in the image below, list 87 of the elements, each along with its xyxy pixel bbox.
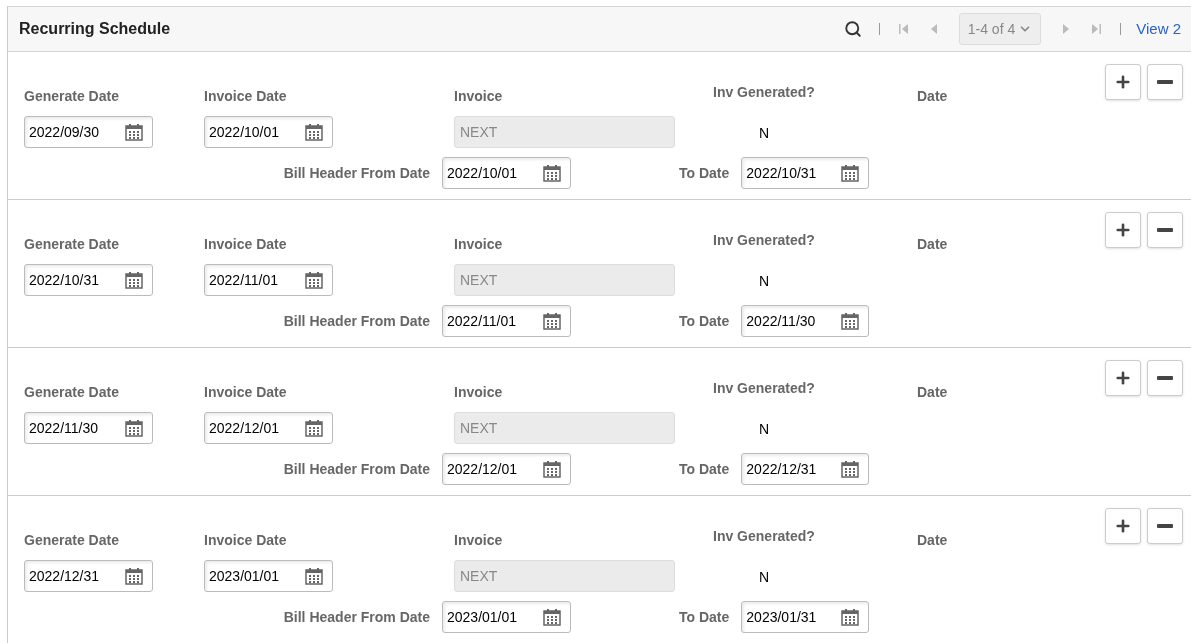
field-label: Inv Generated?	[713, 379, 816, 398]
minus-icon	[1157, 228, 1173, 232]
field-value: N	[759, 124, 771, 143]
calendar-icon[interactable]	[542, 607, 562, 627]
field-label: To Date	[679, 163, 730, 183]
calendar-icon[interactable]	[304, 418, 324, 438]
add-row-button[interactable]	[1105, 360, 1141, 396]
field-value: N	[759, 272, 771, 291]
field-value: N	[759, 420, 771, 439]
field-label: Invoice	[454, 87, 504, 106]
calendar-icon[interactable]	[304, 566, 324, 586]
calendar-icon[interactable]	[542, 459, 562, 479]
invoice-field: NEXT	[454, 560, 675, 592]
delete-row-button[interactable]	[1147, 360, 1183, 396]
date-field[interactable]: 2022/12/31	[24, 560, 153, 592]
minus-icon	[1157, 80, 1173, 84]
plus-icon	[1114, 369, 1132, 387]
date-field[interactable]: 2023/01/01	[204, 560, 333, 592]
field-label: Invoice	[454, 531, 504, 550]
field-label: Date	[917, 383, 948, 402]
field-label: Generate Date	[24, 87, 120, 106]
section-title: Recurring Schedule	[19, 19, 171, 39]
view-link[interactable]: View 2	[1136, 17, 1181, 41]
field-label: Date	[917, 235, 948, 254]
field-label: Bill Header From Date	[282, 163, 431, 183]
field-label: To Date	[679, 607, 730, 627]
date-field[interactable]: 2022/10/01	[204, 116, 333, 148]
field-label: Date	[917, 531, 948, 550]
delete-row-button[interactable]	[1147, 64, 1183, 100]
field-label: Generate Date	[24, 235, 120, 254]
search-icon[interactable]	[843, 20, 862, 38]
date-field[interactable]: 2022/11/01	[204, 264, 333, 296]
add-row-button[interactable]	[1105, 508, 1141, 544]
field-label: Generate Date	[24, 383, 120, 402]
calendar-icon[interactable]	[840, 607, 861, 627]
date-field[interactable]: 2022/10/31	[24, 264, 153, 296]
field-label: Invoice	[454, 235, 504, 254]
calendar-icon[interactable]	[304, 122, 324, 142]
date-field[interactable]: 2022/10/01	[442, 157, 571, 189]
field-value: N	[759, 568, 771, 587]
field-label: Bill Header From Date	[282, 311, 431, 331]
field-label: Invoice Date	[204, 87, 288, 106]
calendar-icon[interactable]	[124, 270, 144, 290]
field-label: Inv Generated?	[713, 83, 816, 102]
field-label: Bill Header From Date	[282, 607, 431, 627]
date-field[interactable]: 2022/10/31	[741, 157, 870, 189]
field-label: Generate Date	[24, 531, 120, 550]
field-label: Bill Header From Date	[282, 459, 431, 479]
date-field[interactable]: 2022/11/01	[442, 305, 571, 337]
date-field[interactable]: 2023/01/01	[442, 601, 571, 633]
invoice-field: NEXT	[454, 412, 675, 444]
plus-icon	[1114, 517, 1132, 535]
date-field[interactable]: 2022/11/30	[24, 412, 153, 444]
calendar-icon[interactable]	[304, 270, 324, 290]
date-field[interactable]: 2022/11/30	[741, 305, 870, 337]
date-field[interactable]: 2022/12/01	[204, 412, 333, 444]
add-row-button[interactable]	[1105, 212, 1141, 248]
add-row-button[interactable]	[1105, 64, 1141, 100]
date-field[interactable]: 2023/01/31	[741, 601, 870, 633]
minus-icon	[1157, 376, 1173, 380]
field-label: To Date	[679, 311, 730, 331]
field-label: Invoice Date	[204, 531, 288, 550]
field-label: Invoice Date	[204, 383, 288, 402]
date-field[interactable]: 2022/09/30	[24, 116, 153, 148]
field-label: Inv Generated?	[713, 231, 816, 250]
calendar-icon[interactable]	[124, 566, 144, 586]
field-label: Date	[917, 87, 948, 106]
date-field[interactable]: 2022/12/01	[442, 453, 571, 485]
calendar-icon[interactable]	[840, 163, 861, 183]
calendar-icon[interactable]	[840, 311, 861, 331]
field-label: Invoice Date	[204, 235, 288, 254]
invoice-field: NEXT	[454, 116, 675, 148]
calendar-icon[interactable]	[542, 163, 562, 183]
plus-icon	[1114, 221, 1132, 239]
field-label: To Date	[679, 459, 730, 479]
calendar-icon[interactable]	[124, 122, 144, 142]
calendar-icon[interactable]	[124, 418, 144, 438]
delete-row-button[interactable]	[1147, 508, 1183, 544]
plus-icon	[1114, 73, 1132, 91]
minus-icon	[1157, 524, 1173, 528]
calendar-icon[interactable]	[840, 459, 861, 479]
date-field[interactable]: 2022/12/31	[741, 453, 870, 485]
calendar-icon[interactable]	[542, 311, 562, 331]
field-label: Inv Generated?	[713, 527, 816, 546]
field-label: Invoice	[454, 383, 504, 402]
invoice-field: NEXT	[454, 264, 675, 296]
delete-row-button[interactable]	[1147, 212, 1183, 248]
